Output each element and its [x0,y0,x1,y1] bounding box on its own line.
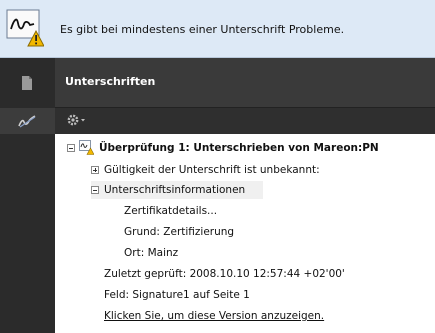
signature-info-label: Unterschriftsinformationen [104,184,246,196]
view-version-link[interactable]: Klicken Sie, um diese Version anzuzeigen… [104,307,324,325]
signature-location: Ort: Mainz [124,247,179,259]
signatures-toolbar [55,108,435,134]
signatures-icon [18,115,36,128]
signatures-panel-header: Unterschriften [55,58,435,108]
signature-tree: Überprüfung 1: Unterschrieben von Mareon… [55,134,435,333]
pages-icon [22,76,32,90]
collapse-toggle-icon[interactable] [67,144,75,152]
signature-heading: Überprüfung 1: Unterschrieben von Mareon… [99,142,379,154]
signature-field: Feld: Signature1 auf Seite 1 [104,289,250,301]
signature-info-node[interactable]: Unterschriftsinformationen [91,181,263,199]
signature-warning-icon [6,9,44,47]
last-checked: Zuletzt geprüft: 2008.10.10 12:57:44 +02… [104,268,345,280]
signature-problem-icon [79,140,94,155]
sidebar-item-signatures[interactable] [0,108,55,134]
sidebar-item-pages[interactable] [0,58,55,108]
gear-icon[interactable] [66,113,88,129]
warning-message: Es gibt bei mindestens einer Unterschrif… [60,23,345,36]
validity-status: Gültigkeit der Unterschrift ist unbekann… [104,164,320,176]
signature-reason: Grund: Zertifizierung [124,226,235,238]
collapse-toggle-icon[interactable] [91,186,99,194]
signature-node[interactable]: Überprüfung 1: Unterschrieben von Mareon… [67,139,427,157]
navigation-sidebar [0,58,55,333]
panel-title: Unterschriften [65,75,156,88]
expand-toggle-icon[interactable] [91,166,99,174]
chevron-down-icon [81,119,85,122]
certificate-details-link[interactable]: Zertifikatdetails... [124,202,217,220]
signature-warning-bar: Es gibt bei mindestens einer Unterschrif… [0,0,435,58]
